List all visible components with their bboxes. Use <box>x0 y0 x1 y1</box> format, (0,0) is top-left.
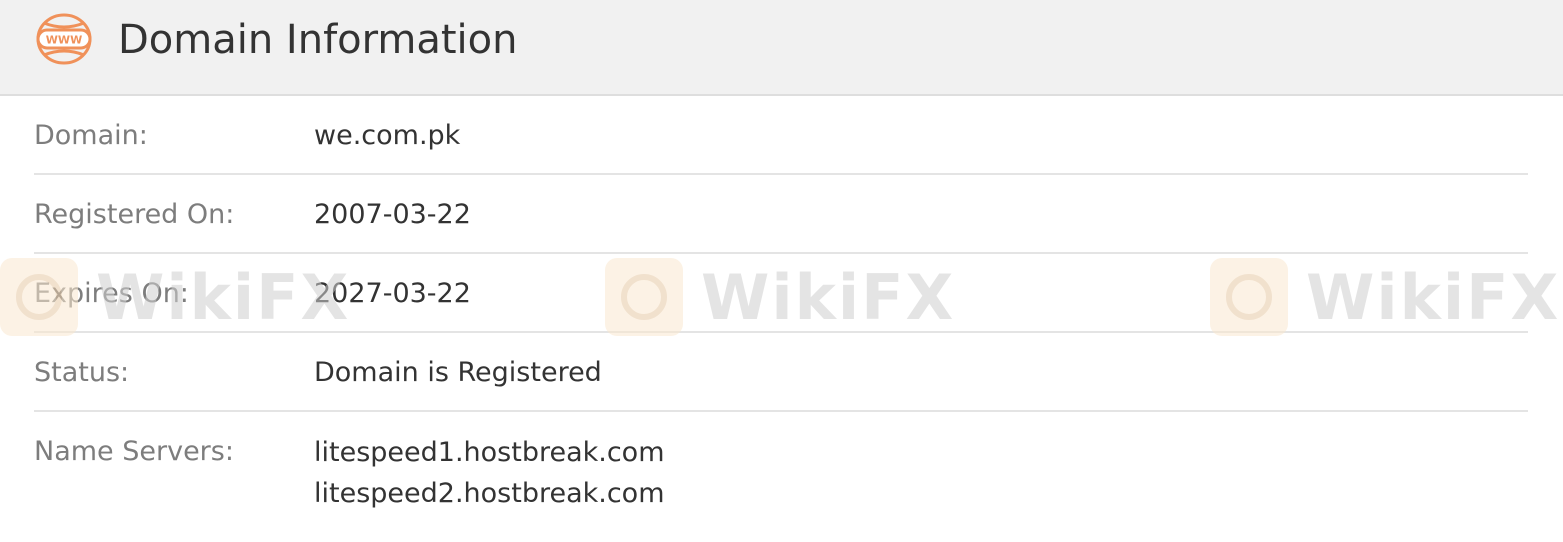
section-title: Domain Information <box>118 17 518 63</box>
info-row-expires-on: Expires On: 2027-03-22 <box>34 254 1528 333</box>
registered-on-value: 2007-03-22 <box>314 199 471 230</box>
info-row-domain: Domain: we.com.pk <box>34 96 1528 175</box>
status-label: Status: <box>34 357 130 388</box>
expires-on-label: Expires On: <box>34 278 189 309</box>
domain-label: Domain: <box>34 120 148 151</box>
www-globe-icon: WWW <box>36 13 92 65</box>
name-server-2: litespeed2.hostbreak.com <box>314 478 665 509</box>
info-row-name-servers: Name Servers: litespeed1.hostbreak.com l… <box>34 412 1528 542</box>
expires-on-value: 2027-03-22 <box>314 278 471 309</box>
domain-info-table: Domain: we.com.pk Registered On: 2007-03… <box>34 96 1528 542</box>
name-servers-label: Name Servers: <box>34 436 234 467</box>
name-servers-value: litespeed1.hostbreak.com litespeed2.host… <box>314 434 665 516</box>
info-row-status: Status: Domain is Registered <box>34 333 1528 412</box>
registered-on-label: Registered On: <box>34 199 235 230</box>
name-server-1: litespeed1.hostbreak.com <box>314 437 665 468</box>
status-value: Domain is Registered <box>314 357 602 388</box>
info-row-registered-on: Registered On: 2007-03-22 <box>34 175 1528 254</box>
www-icon-text: WWW <box>46 34 82 47</box>
section-header: WWW Domain Information <box>0 0 1563 96</box>
domain-value: we.com.pk <box>314 120 461 151</box>
